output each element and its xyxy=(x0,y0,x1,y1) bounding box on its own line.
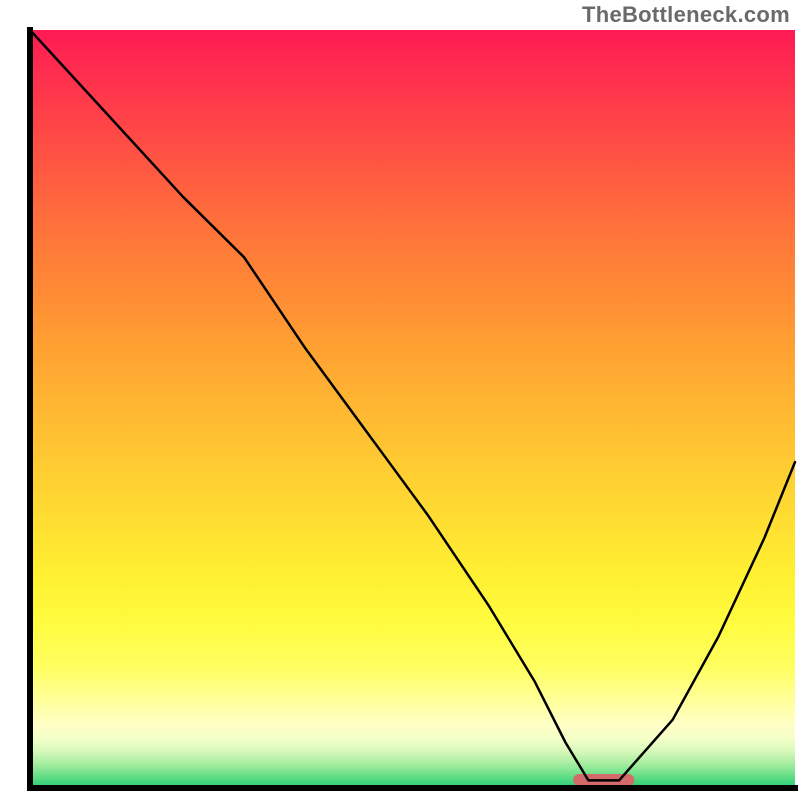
chart-frame: TheBottleneck.com xyxy=(0,0,800,800)
bottleneck-chart xyxy=(0,0,800,800)
chart-background xyxy=(30,30,795,788)
watermark-text: TheBottleneck.com xyxy=(582,2,790,28)
